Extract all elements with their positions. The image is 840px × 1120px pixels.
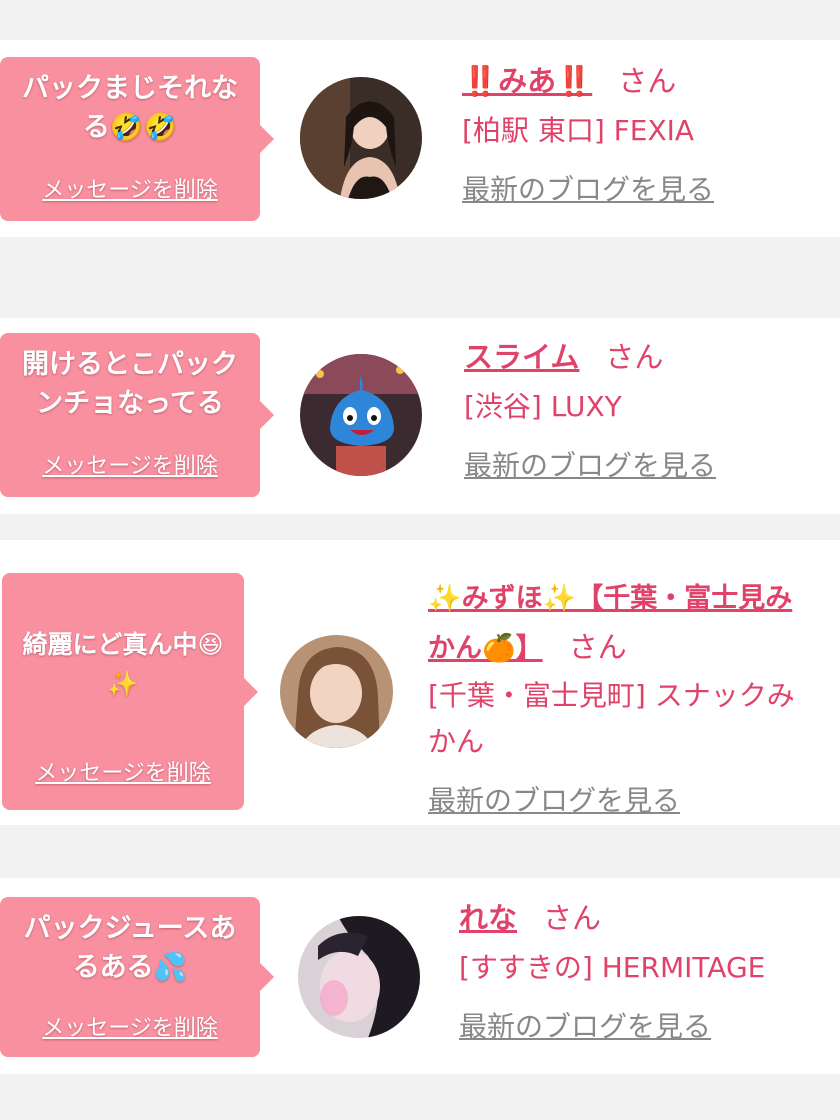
- honorific: さん: [568, 630, 627, 664]
- message-text: 綺麗にど真ん中😆 ✨: [22, 630, 224, 698]
- sender-info: スライム さん [渋谷] LUXY 最新のブログを見る: [464, 332, 834, 484]
- shop-label: [すすきの] HERMITAGE: [459, 951, 766, 984]
- message-bubble: パックまじそれな る🤣🤣 メッセージを削除: [0, 57, 274, 221]
- shop-label: [柏駅 東口] FEXIA: [462, 114, 695, 147]
- delete-message-link[interactable]: メッセージを削除: [2, 755, 244, 787]
- sender-info: ✨みずほ✨【千葉・富士見み かん🍊】 さん [千葉・富士見町] スナックみ かん …: [428, 575, 833, 819]
- message-bubble: 開けるとこパック ンチョなってる メッセージを削除: [0, 333, 274, 497]
- message-text: パックジュースあ るある💦: [23, 913, 237, 983]
- shop-label: [千葉・富士見町] スナックみ かん: [428, 679, 795, 758]
- honorific: さん: [605, 340, 664, 374]
- avatar[interactable]: [300, 77, 422, 199]
- delete-message-link[interactable]: メッセージを削除: [0, 172, 260, 204]
- sender-name-link[interactable]: ✨みずほ✨【千葉・富士見み: [428, 575, 833, 623]
- latest-blog-link[interactable]: 最新のブログを見る: [428, 783, 833, 819]
- sender-name-link-cont[interactable]: かん🍊】: [428, 633, 543, 664]
- shop-label: [渋谷] LUXY: [464, 390, 622, 423]
- sender-name-link[interactable]: スライム: [464, 340, 579, 374]
- message-text: パックまじそれな る🤣🤣: [22, 73, 238, 143]
- message-bubble: 綺麗にど真ん中😆 ✨ メッセージを削除: [2, 573, 258, 810]
- message-card: 綺麗にど真ん中😆 ✨ メッセージを削除 ✨みずほ✨【千葉・富士見み かん🍊】 さん…: [0, 540, 840, 825]
- sender-name-link[interactable]: れな: [459, 901, 517, 935]
- sender-info: ‼️みあ‼️ さん [柏駅 東口] FEXIA 最新のブログを見る: [462, 56, 832, 208]
- message-text: 開けるとこパック ンチョなってる: [22, 349, 238, 419]
- message-card: 開けるとこパック ンチョなってる メッセージを削除 スライム さん [渋谷] LU…: [0, 318, 840, 514]
- latest-blog-link[interactable]: 最新のブログを見る: [459, 1009, 829, 1045]
- message-bubble: パックジュースあ るある💦 メッセージを削除: [0, 897, 274, 1057]
- latest-blog-link[interactable]: 最新のブログを見る: [462, 172, 832, 208]
- delete-message-link[interactable]: メッセージを削除: [0, 448, 260, 480]
- honorific: さん: [543, 901, 602, 935]
- avatar[interactable]: [300, 354, 422, 476]
- sender-name-link[interactable]: ‼️みあ‼️: [462, 64, 592, 98]
- avatar[interactable]: [280, 635, 393, 748]
- honorific: さん: [618, 64, 677, 98]
- latest-blog-link[interactable]: 最新のブログを見る: [464, 448, 834, 484]
- delete-message-link[interactable]: メッセージを削除: [0, 1010, 260, 1042]
- avatar[interactable]: [298, 916, 420, 1038]
- sender-info: れな さん [すすきの] HERMITAGE 最新のブログを見る: [459, 893, 829, 1045]
- message-card: パックジュースあ るある💦 メッセージを削除 れな さん [すすきの] HERMI…: [0, 878, 840, 1074]
- message-card: パックまじそれな る🤣🤣 メッセージを削除 ‼️みあ‼️ さん [柏駅 東口] F…: [0, 40, 840, 237]
